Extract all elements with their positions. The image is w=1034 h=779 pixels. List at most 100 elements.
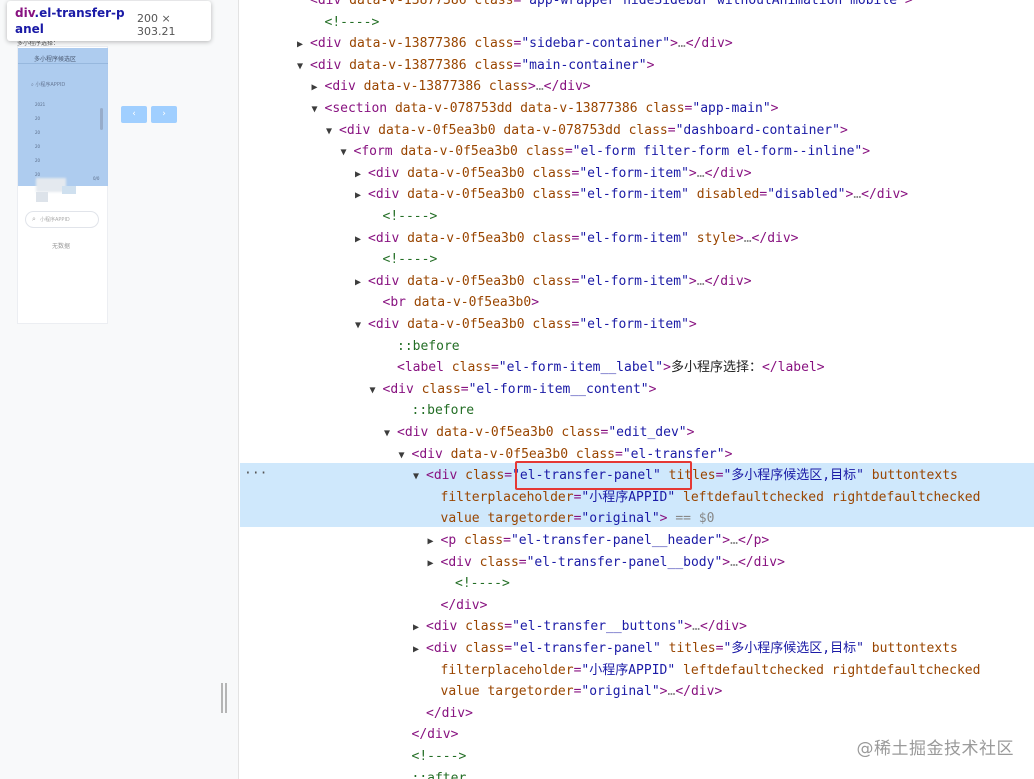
dom-node-row[interactable]: ▶ <div data-v-0f5ea3b0 class="el-form-ite…	[240, 184, 1034, 206]
token-t: <div	[310, 57, 350, 73]
token-av: "original"	[581, 684, 660, 700]
dom-node-row[interactable]: </div>	[240, 595, 1034, 617]
token-av: "el-transfer-panel"	[512, 468, 669, 484]
token-t: <section	[324, 101, 395, 116]
token-av: "original"	[581, 511, 660, 527]
token-t: >	[688, 165, 697, 181]
empty-state-text: 无数据	[52, 243, 71, 250]
expand-arrow-icon[interactable]: ▶	[297, 34, 310, 56]
expand-arrow-icon[interactable]: ▶	[413, 639, 426, 661]
collapse-arrow-icon[interactable]: ▼	[399, 445, 412, 467]
dom-node-row[interactable]: ▼ <div data-v-0f5ea3b0 class="el-transfer…	[240, 444, 1034, 466]
token-t: </div>	[411, 727, 459, 743]
panel-list-item: 2021	[35, 102, 46, 107]
dom-node-row[interactable]: ▶ <div data-v-13877386 class="sidebar-con…	[240, 33, 1034, 55]
dom-node-row[interactable]: ▶ <div data-v-0f5ea3b0 class="el-form-ite…	[240, 228, 1034, 250]
token-cm: <!---->	[324, 14, 380, 30]
dom-node-row[interactable]: value targetorder="original">…</div>	[240, 681, 1034, 703]
token-an: class	[532, 317, 572, 332]
dom-node-row[interactable]: ▼ <div data-v-0f5ea3b0 class="edit_dev">	[240, 422, 1034, 444]
token-an: data-v-0f5ea3b0	[407, 230, 533, 246]
dom-node-row[interactable]: <!---->	[240, 249, 1034, 271]
dom-node-row[interactable]: ::after	[240, 768, 1034, 779]
dom-node-row[interactable]: ▶ <div class="el-transfer-panel" titles="…	[240, 638, 1034, 660]
collapse-arrow-icon[interactable]: ▼	[413, 466, 426, 488]
token-cm: <!---->	[455, 576, 510, 592]
token-t: >	[688, 317, 697, 332]
collapse-arrow-icon[interactable]: ▼	[326, 121, 339, 143]
token-t: >	[735, 230, 744, 246]
dom-node-row[interactable]: ▶ <div class="el-transfer-panel__body">…<…	[240, 552, 1034, 574]
token-an: value	[440, 511, 488, 527]
token-an: leftdefaultchecked rightdefaultchecked	[683, 662, 981, 678]
expand-arrow-icon[interactable]: ▶	[355, 229, 368, 251]
dom-node-row[interactable]: ▼ <form data-v-0f5ea3b0 class="el-form fi…	[240, 141, 1034, 163]
dom-node-row[interactable]: </div>	[240, 703, 1034, 725]
dom-node-row[interactable]: ▼ <div data-v-0f5ea3b0 class="el-form-ite…	[240, 314, 1034, 336]
highlighted-transfer-panel[interactable]: 多小程序候选区 ⌕ 小程序APPID 2021 20 20 20 20 20 0…	[18, 48, 108, 186]
collapse-arrow-icon[interactable]: ▼	[341, 142, 354, 164]
expand-arrow-icon[interactable]: ▶	[355, 164, 368, 186]
token-an: class	[465, 641, 505, 656]
expand-arrow-icon[interactable]: ▶	[428, 531, 441, 553]
transfer-left-button[interactable]: ‹	[121, 106, 147, 123]
dom-node-row[interactable]: ::before	[240, 336, 1034, 358]
panel-list-item: 20	[35, 144, 41, 149]
expand-arrow-icon[interactable]: ▶	[428, 553, 441, 575]
dom-node-selected[interactable]: ▼ <div class="el-transfer-panel" titles="…	[240, 465, 1034, 487]
token-an: class	[645, 101, 685, 116]
token-an: data-v-0f5ea3b0	[436, 425, 562, 440]
collapse-arrow-icon[interactable]: ▼	[312, 99, 325, 121]
token-av: "el-form-item"	[579, 165, 689, 181]
dom-node-row[interactable]: ▶ <div data-v-13877386 class>…</div>	[240, 76, 1034, 98]
collapse-arrow-icon[interactable]: ▼	[355, 315, 368, 337]
dom-node-row[interactable]: ▼ <section data-v-078753dd data-v-1387738…	[240, 98, 1034, 120]
token-an: class	[421, 381, 461, 397]
token-an: data-v-0f5ea3b0	[407, 317, 533, 332]
dom-node-row[interactable]: ▼ <div data-v-0f5ea3b0 data-v-078753dd cl…	[240, 120, 1034, 142]
dom-node-row[interactable]: <br data-v-0f5ea3b0>	[240, 292, 1034, 314]
token-t: >	[646, 57, 655, 73]
search-icon: ⌕	[32, 215, 36, 223]
expand-arrow-icon[interactable]: ▶	[312, 77, 325, 99]
dom-node-row[interactable]: <!---->	[240, 206, 1034, 228]
dom-node-selected[interactable]: value targetorder="original"> == $0	[240, 508, 1034, 530]
dom-node-row[interactable]: ::before	[240, 400, 1034, 422]
transfer-right-button[interactable]: ›	[151, 106, 177, 123]
token-av: "小程序APPID"	[581, 662, 684, 678]
collapse-arrow-icon[interactable]: ▼	[384, 423, 397, 445]
expand-arrow-icon[interactable]: ▶	[355, 185, 368, 207]
token-an: class	[532, 273, 572, 289]
dom-node-row[interactable]: filterplaceholder="小程序APPID" leftdefault…	[240, 660, 1034, 682]
dom-node-row[interactable]: <!---->	[240, 573, 1034, 595]
token-eq: =	[490, 360, 499, 376]
target-panel-search[interactable]: ⌕ 小程序APPID	[25, 211, 99, 228]
dom-node-row[interactable]: <div data-v-13877386 class="app-wrapper …	[240, 0, 1034, 12]
element-preview-pane: div.el-transfer-panel 200 × 303.21 多小程序选…	[0, 0, 239, 779]
dom-node-row[interactable]: ▶ <div data-v-0f5ea3b0 class="el-form-ite…	[240, 163, 1034, 185]
dom-node-row[interactable]: ▶ <div data-v-0f5ea3b0 class="el-form-ite…	[240, 271, 1034, 293]
dom-node-row[interactable]: <!---->	[240, 12, 1034, 34]
collapse-arrow-icon[interactable]: ▼	[370, 380, 383, 402]
dom-node-row[interactable]: ▶ <div class="el-transfer__buttons">…</di…	[240, 616, 1034, 638]
token-t: <div	[382, 381, 422, 397]
tooltip-size: 200 × 303.21	[137, 12, 176, 38]
expand-arrow-icon[interactable]: ▶	[413, 617, 426, 639]
collapse-arrow-icon[interactable]: ▼	[297, 56, 310, 78]
token-t: </div>	[426, 705, 473, 721]
expand-arrow-icon[interactable]: ▶	[355, 272, 368, 294]
dom-node-selected[interactable]: filterplaceholder="小程序APPID" leftdefault…	[240, 487, 1034, 509]
dom-node-row[interactable]: <label class="el-form-item__label">多小程序选…	[240, 357, 1034, 379]
token-t: </div>	[699, 619, 747, 635]
token-t: </div>	[704, 165, 752, 181]
pane-resize-handle[interactable]	[221, 683, 228, 713]
token-an: class	[488, 79, 529, 95]
dom-node-row[interactable]: ▼ <div class="el-form-item__content">	[240, 379, 1034, 401]
token-t: <p	[440, 533, 464, 548]
token-an: style	[696, 230, 736, 246]
token-t: <div	[310, 0, 350, 8]
dom-node-row[interactable]: ▼ <div data-v-13877386 class="main-contai…	[240, 55, 1034, 77]
token-tx: 多小程序选择：	[670, 360, 762, 376]
dom-node-row[interactable]: ▶ <p class="el-transfer-panel__header">…<…	[240, 530, 1034, 552]
panel-scrollbar[interactable]	[100, 108, 103, 130]
